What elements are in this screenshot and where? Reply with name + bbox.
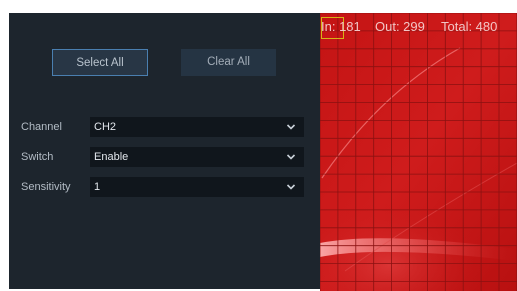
sensitivity-label: Sensitivity [21,181,71,193]
live-preview[interactable]: In: 181 Out: 299 Total: 480 [320,13,517,291]
sensitivity-select[interactable]: 1 [90,177,304,197]
count-total: Total: 480 [441,19,498,34]
channel-label: Channel [21,121,62,133]
switch-label: Switch [21,151,54,163]
sensitivity-value: 1 [94,181,101,193]
scene-glow [320,163,517,291]
chevron-down-icon [286,154,296,160]
count-out: Out: 299 [375,19,425,34]
camera-view [320,13,517,291]
count-in: In: 181 [321,19,361,34]
dvr-people-counting-screen: Select All Clear All Channel CH2 Switch … [0,0,517,291]
channel-value: CH2 [94,121,117,133]
chevron-down-icon [286,184,296,190]
channel-select[interactable]: CH2 [90,117,304,137]
clear-all-button[interactable]: Clear All [181,49,276,76]
chevron-down-icon [286,124,296,130]
switch-select[interactable]: Enable [90,147,304,167]
select-all-button[interactable]: Select All [52,49,148,76]
switch-value: Enable [94,151,129,163]
people-counter: In: 181 Out: 299 Total: 480 [320,19,517,37]
settings-panel: Select All Clear All Channel CH2 Switch … [9,13,320,289]
